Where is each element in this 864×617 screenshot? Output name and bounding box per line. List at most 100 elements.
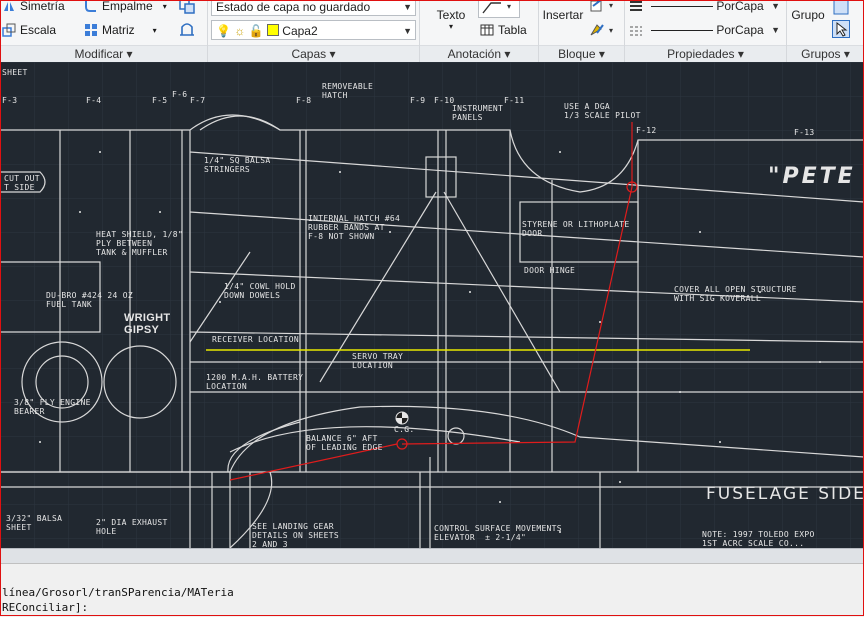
linetype-dropdown[interactable]: PorCapa ▼ [647, 0, 783, 16]
escala-label: Escala [20, 23, 57, 37]
stretch-tool-icon[interactable] [178, 21, 196, 37]
matriz-label: Matriz [102, 23, 135, 37]
panel-bloque: Insertar ▾ ▾ Bloque ▾ [539, 0, 625, 62]
texto-label: Texto [436, 8, 466, 22]
panel-anotacion: Texto ▾ ▾ Tabla Anotación ▾ [420, 0, 539, 62]
label-styrene: STYRENE OR LITHOPLATE DOOR [522, 220, 630, 238]
copy-tool-icon[interactable] [178, 0, 196, 14]
layer-name: Capa2 [282, 24, 318, 38]
horizontal-scrollbar[interactable] [0, 548, 864, 563]
tabla-label: Tabla [498, 23, 527, 37]
label-landing-gear: SEE LANDING GEAR DETAILS ON SHEETS 2 AND… [252, 522, 339, 548]
label-door-hinge: DOOR HINGE [524, 266, 576, 275]
drawing-canvas[interactable]: SHEET F-3 F-4 F-5 F-6 F-7 F-8 F-9 F-10 F… [0, 62, 864, 548]
bloque-panel-title[interactable]: Bloque ▾ [539, 45, 624, 62]
grupos-panel-title[interactable]: Grupos ▾ [787, 45, 864, 62]
sun-icon: ☼ [234, 24, 246, 38]
chevron-down-icon: ▼ [771, 25, 780, 35]
scale-icon [2, 23, 16, 37]
label-f9: F-9 [410, 96, 426, 105]
grupo-label: Grupo [791, 8, 825, 22]
group-cursor-icon[interactable] [832, 20, 850, 38]
command-history-line: línea/Grosorl/tranSParencia/MATeria [2, 586, 234, 599]
texto-button[interactable]: Texto ▾ [432, 8, 470, 31]
label-f6: F-6 [172, 90, 188, 99]
edit-block-icon[interactable]: ▾ [589, 21, 619, 39]
label-cowl-hold: 1/4" COWL HOLD DOWN DOWELS [224, 282, 296, 300]
porcapa-label: PorCapa [716, 23, 764, 37]
tabla-button[interactable]: Tabla [480, 20, 527, 40]
lineweight-dropdown[interactable]: PorCapa ▼ [647, 20, 783, 40]
layer-state-dropdown[interactable]: Estado de capa no guardado ▼ [211, 0, 416, 16]
label-cg: C.G. [394, 425, 415, 434]
layer-color-swatch [266, 24, 279, 36]
label-servo-tray: SERVO TRAY LOCATION [352, 352, 404, 370]
modificar-panel-title[interactable]: Modificar ▾ [0, 45, 207, 62]
label-fly-engine: 3/8" FLY ENGINE BEARER [14, 398, 91, 416]
match-properties-icon[interactable] [627, 0, 645, 16]
label-f13: F-13 [794, 128, 815, 137]
command-window[interactable]: línea/Grosorl/tranSParencia/MATeria RECo… [0, 563, 864, 617]
label-fuselage-side: FUSELAGE SIDE [706, 484, 864, 504]
label-pete: "PETE [768, 164, 856, 189]
label-removeable-hatch: REMOVEABLE HATCH [322, 82, 374, 100]
svg-text:▾: ▾ [609, 1, 613, 10]
label-wright-gipsy: WRIGHT GIPSY [124, 312, 171, 336]
label-control-surface: CONTROL SURFACE MOVEMENTS ELEVATOR ± 2-1… [434, 524, 562, 542]
grupo-button[interactable]: Grupo [789, 8, 827, 22]
label-f12: F-12 [636, 126, 657, 135]
panel-propiedades: PorCapa ▼ PorCapa ▼ Propiedades ▾ [625, 0, 787, 62]
panel-modificar: Simetría Empalme ▾ Escala Matriz ▾ Modif… [0, 0, 208, 62]
chevron-down-icon: ▼ [771, 1, 780, 11]
chevron-down-icon: ▼ [403, 2, 412, 12]
leader-icon[interactable]: ▾ [478, 0, 520, 18]
layer-dropdown[interactable]: 💡 ☼ 🔓 Capa2 ▼ [211, 20, 416, 40]
cg-symbol [395, 411, 409, 425]
line-sample [651, 30, 713, 32]
label-note: NOTE: 1997 TOLEDO EXPO 1ST ACRC SCALE CO… [702, 530, 815, 548]
label-use-dga: USE A DGA 1/3 SCALE PILOT [564, 102, 641, 120]
label-sq-balsa: 1/4" SQ BALSA STRINGERS [204, 156, 271, 174]
label-heat-shield: HEAT SHIELD, 1/8" PLY BETWEEN TANK & MUF… [96, 230, 183, 257]
label-cut-out: CUT OUT T SIDE [4, 174, 40, 192]
label-cover-structure: COVER ALL OPEN STRUCTURE WITH SIG KOVERA… [674, 285, 797, 303]
escala-button[interactable]: Escala [2, 20, 56, 40]
label-f7: F-7 [190, 96, 206, 105]
insertar-button[interactable]: Insertar [541, 8, 585, 22]
group-select-icon[interactable] [832, 0, 850, 16]
insertar-label: Insertar [542, 8, 584, 22]
ribbon: Simetría Empalme ▾ Escala Matriz ▾ Modif… [0, 0, 864, 63]
simetria-button[interactable]: Simetría [2, 0, 65, 16]
create-block-icon[interactable]: ▾ [589, 0, 619, 16]
label-f8: F-8 [296, 96, 312, 105]
panel-grupos: Grupo Grupos ▾ [787, 0, 864, 62]
label-f11: F-11 [504, 96, 525, 105]
propiedades-panel-title[interactable]: Propiedades ▾ [625, 45, 786, 62]
label-f3: F-3 [2, 96, 18, 105]
label-sheet: SHEET [2, 68, 28, 77]
label-f4: F-4 [86, 96, 102, 105]
label-du-bro: DU-BRO #424 24 OZ FUEL TANK [46, 291, 133, 309]
anotacion-panel-title[interactable]: Anotación ▾ [420, 45, 538, 62]
matriz-button[interactable]: Matriz ▾ [84, 20, 157, 40]
label-f5: F-5 [152, 96, 168, 105]
simetria-label: Simetría [20, 0, 65, 13]
capas-panel-title[interactable]: Capas ▾ [208, 45, 419, 62]
fillet-icon [84, 0, 98, 13]
line-sample [651, 6, 713, 8]
label-internal-hatch: INTERNAL HATCH #64 RUBBER BANDS AT F-8 N… [308, 214, 401, 241]
chevron-down-icon[interactable]: ▾ [163, 2, 167, 11]
chevron-down-icon[interactable]: ▾ [153, 26, 157, 35]
svg-text:▾: ▾ [609, 26, 613, 35]
panel-capas: Estado de capa no guardado ▼ 💡 ☼ 🔓 Capa2 … [208, 0, 420, 62]
chevron-down-icon: ▼ [403, 26, 412, 36]
svg-text:▾: ▾ [507, 2, 511, 11]
label-balance: BALANCE 6" AFT OF LEADING EDGE [306, 434, 383, 452]
linetype-icon[interactable] [627, 21, 645, 39]
empalme-button[interactable]: Empalme ▾ [84, 0, 167, 16]
command-prompt-line[interactable]: REConciliar]: [2, 601, 88, 614]
lightbulb-icon: 💡 [216, 24, 231, 38]
label-balsa-sheet: 3/32" BALSA SHEET [6, 514, 63, 532]
label-battery: 1200 M.A.H. BATTERY LOCATION [206, 373, 304, 391]
label-receiver-location: RECEIVER LOCATION [212, 335, 299, 344]
